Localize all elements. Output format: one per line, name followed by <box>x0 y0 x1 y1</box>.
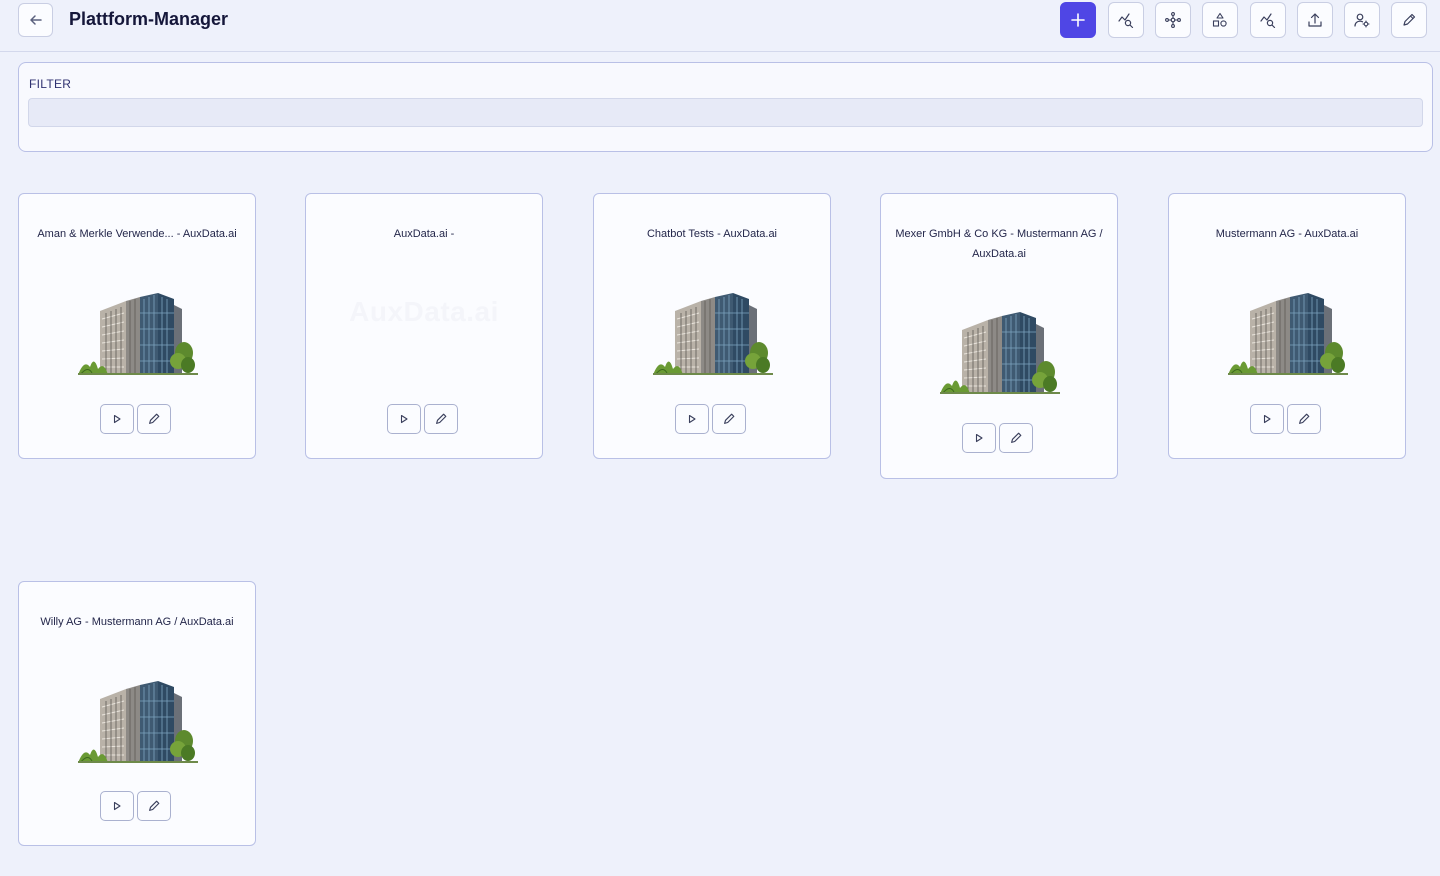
pencil-icon <box>149 413 160 424</box>
play-icon <box>113 801 121 811</box>
shapes-button[interactable] <box>1202 2 1238 38</box>
platform-card[interactable]: Willy AG - Mustermann AG / AuxData.ai <box>18 581 256 846</box>
edit-card-button[interactable] <box>999 423 1033 453</box>
platform-card[interactable]: AuxData.ai - AuxData.ai <box>305 193 543 459</box>
back-button[interactable] <box>18 3 53 37</box>
card-title: Aman & Merkle Verwende... - AuxData.ai <box>37 228 237 240</box>
filter-input[interactable] <box>28 98 1423 127</box>
platform-card[interactable]: Chatbot Tests - AuxData.ai <box>593 193 831 459</box>
add-button[interactable] <box>1060 2 1096 38</box>
building-image <box>653 293 773 375</box>
building-image <box>78 681 198 763</box>
page-title: Plattform-Manager <box>69 9 229 29</box>
play-icon <box>688 414 696 424</box>
chart-search-button-2[interactable] <box>1250 2 1286 38</box>
edit-card-button[interactable] <box>424 404 458 434</box>
card-title: Willy AG - Mustermann AG / AuxData.ai <box>40 616 234 628</box>
pencil-icon <box>149 800 160 811</box>
chart-search-icon <box>1118 13 1134 28</box>
network-icon <box>1165 12 1181 28</box>
user-settings-button[interactable] <box>1344 2 1380 38</box>
building-image <box>1228 293 1348 375</box>
pencil-icon <box>1299 413 1310 424</box>
filter-label: FILTER <box>29 77 72 91</box>
play-icon <box>1263 414 1271 424</box>
play-icon <box>113 414 121 424</box>
edit-card-button[interactable] <box>137 404 171 434</box>
upload-button[interactable] <box>1297 2 1333 38</box>
play-icon <box>400 414 408 424</box>
play-button[interactable] <box>962 423 996 453</box>
chart-search-button[interactable] <box>1108 2 1144 38</box>
platform-card[interactable]: Mustermann AG - AuxData.ai <box>1168 193 1406 459</box>
arrow-left-icon <box>29 15 42 25</box>
card-title: Mustermann AG - AuxData.ai <box>1215 228 1359 240</box>
chart-search-icon <box>1260 13 1276 28</box>
pencil-icon <box>724 413 735 424</box>
network-button[interactable] <box>1155 2 1191 38</box>
building-image <box>78 293 198 375</box>
card-title: Chatbot Tests - AuxData.ai <box>646 228 778 240</box>
platform-card[interactable]: Aman & Merkle Verwende... - AuxData.ai <box>18 193 256 459</box>
play-icon <box>975 433 983 443</box>
header: Plattform-Manager <box>0 0 1440 52</box>
user-settings-icon <box>1354 13 1370 28</box>
edit-card-button[interactable] <box>137 791 171 821</box>
edit-card-button[interactable] <box>1287 404 1321 434</box>
pencil-icon <box>1011 432 1022 443</box>
pencil-icon <box>1403 13 1416 26</box>
play-button[interactable] <box>387 404 421 434</box>
card-title: Mexer GmbH & Co KG - Mustermann AG / Aux… <box>895 228 1103 260</box>
edit-button[interactable] <box>1391 2 1427 38</box>
play-button[interactable] <box>100 791 134 821</box>
edit-card-button[interactable] <box>712 404 746 434</box>
play-button[interactable] <box>100 404 134 434</box>
play-button[interactable] <box>1250 404 1284 434</box>
placeholder-logo: AuxData.ai <box>349 296 499 327</box>
shapes-icon <box>1212 12 1227 27</box>
plus-icon <box>1071 13 1085 27</box>
play-button[interactable] <box>675 404 709 434</box>
upload-icon <box>1308 13 1322 27</box>
filter-panel: FILTER <box>18 62 1433 152</box>
platform-card[interactable]: Mexer GmbH & Co KG - Mustermann AG / Aux… <box>880 193 1118 479</box>
building-image <box>940 312 1060 394</box>
pencil-icon <box>436 413 447 424</box>
card-title: AuxData.ai - <box>393 228 455 240</box>
